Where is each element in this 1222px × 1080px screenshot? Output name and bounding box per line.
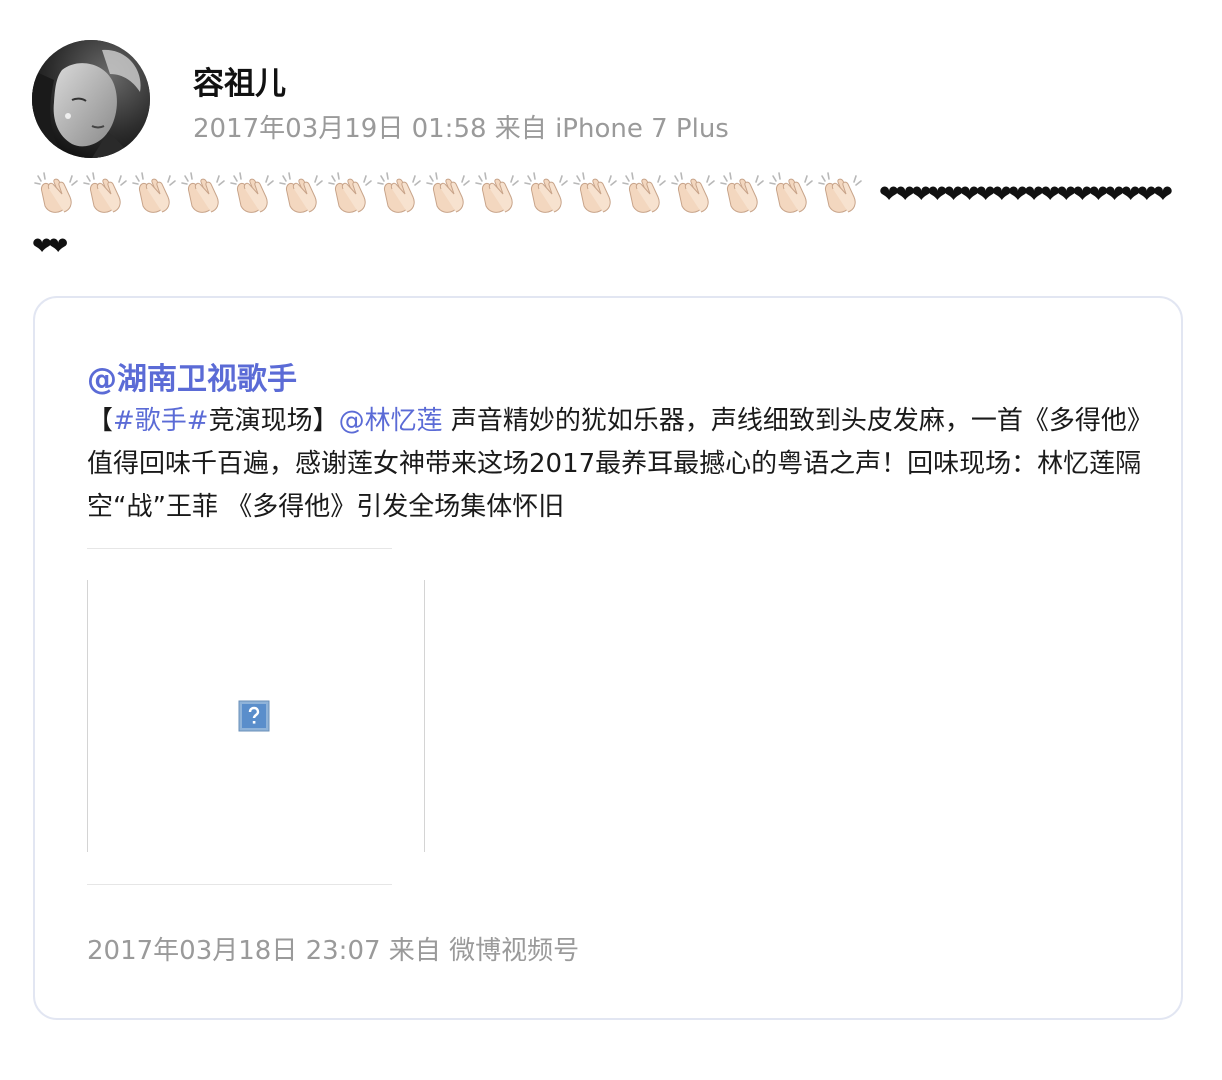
repost-card[interactable]: @湖南卫视歌手 【#歌手#竞演现场】@林忆莲 声音精妙的犹如乐器，声线细致到头皮… <box>33 296 1183 1020</box>
clapping-hands-icon <box>279 172 323 213</box>
clapping-hands-icon <box>475 172 519 213</box>
avatar-photo <box>32 40 150 158</box>
clapping-hands-icon <box>83 172 127 213</box>
repost-text-prefix: 【 <box>87 406 114 436</box>
clapping-hands-icon <box>328 172 372 213</box>
mention-link[interactable]: @林忆莲 <box>339 406 443 436</box>
post-date: 2017年03月19日 01:58 <box>193 114 487 144</box>
clapping-hands-icon <box>622 172 666 213</box>
repost-source[interactable]: 微博视频号 <box>449 936 579 966</box>
clapping-hands-icon <box>377 172 421 213</box>
clapping-hands-icon <box>769 172 813 213</box>
clapping-hands-icon <box>671 172 715 213</box>
hearts-emoji-continued: ❤❤ <box>32 232 68 260</box>
repost-author[interactable]: @湖南卫视歌手 <box>87 354 297 398</box>
avatar[interactable] <box>32 40 150 158</box>
video-thumbnail[interactable] <box>87 548 425 886</box>
post-meta: 2017年03月19日 01:58 来自 iPhone 7 Plus <box>193 108 729 145</box>
clapping-hands-icon <box>573 172 617 213</box>
clapping-hands-icon <box>34 172 78 213</box>
thumbnail-edge-right <box>424 580 425 852</box>
clapping-hands-icon <box>426 172 470 213</box>
repost-text: 【#歌手#竞演现场】@林忆莲 声音精妙的犹如乐器，声线细致到头皮发麻，一首《多得… <box>87 400 1147 529</box>
clapping-hands-icon <box>720 172 764 213</box>
clap-emoji-row <box>32 168 865 220</box>
post-text: ❤❤❤❤❤❤❤❤❤❤❤❤❤❤❤❤❤❤ ❤❤ <box>32 168 1192 272</box>
post-source[interactable]: iPhone 7 Plus <box>555 114 729 144</box>
repost-meta: 2017年03月18日 23:07 来自 微博视频号 <box>87 930 579 967</box>
clapping-hands-icon <box>132 172 176 213</box>
hearts-emoji: ❤❤❤❤❤❤❤❤❤❤❤❤❤❤❤❤❤❤ <box>879 180 1173 208</box>
hashtag-link[interactable]: #歌手# <box>113 406 209 436</box>
thumbnail-edge-top <box>87 548 392 549</box>
author-name[interactable]: 容祖儿 <box>193 58 286 103</box>
repost-from-label: 来自 <box>388 936 441 966</box>
clapping-hands-icon <box>181 172 225 213</box>
repost-text-mid: 竞演现场】 <box>208 406 339 436</box>
clapping-hands-icon <box>524 172 568 213</box>
from-label: 来自 <box>494 114 547 144</box>
clapping-hands-icon <box>818 172 862 213</box>
repost-date: 2017年03月18日 23:07 <box>87 936 381 966</box>
weibo-post: 容祖儿 2017年03月19日 01:58 来自 iPhone 7 Plus ❤… <box>0 0 1222 1080</box>
broken-image-icon <box>238 700 270 732</box>
thumbnail-edge-left <box>87 580 88 852</box>
thumbnail-edge-bottom <box>87 884 392 885</box>
clapping-hands-icon <box>230 172 274 213</box>
